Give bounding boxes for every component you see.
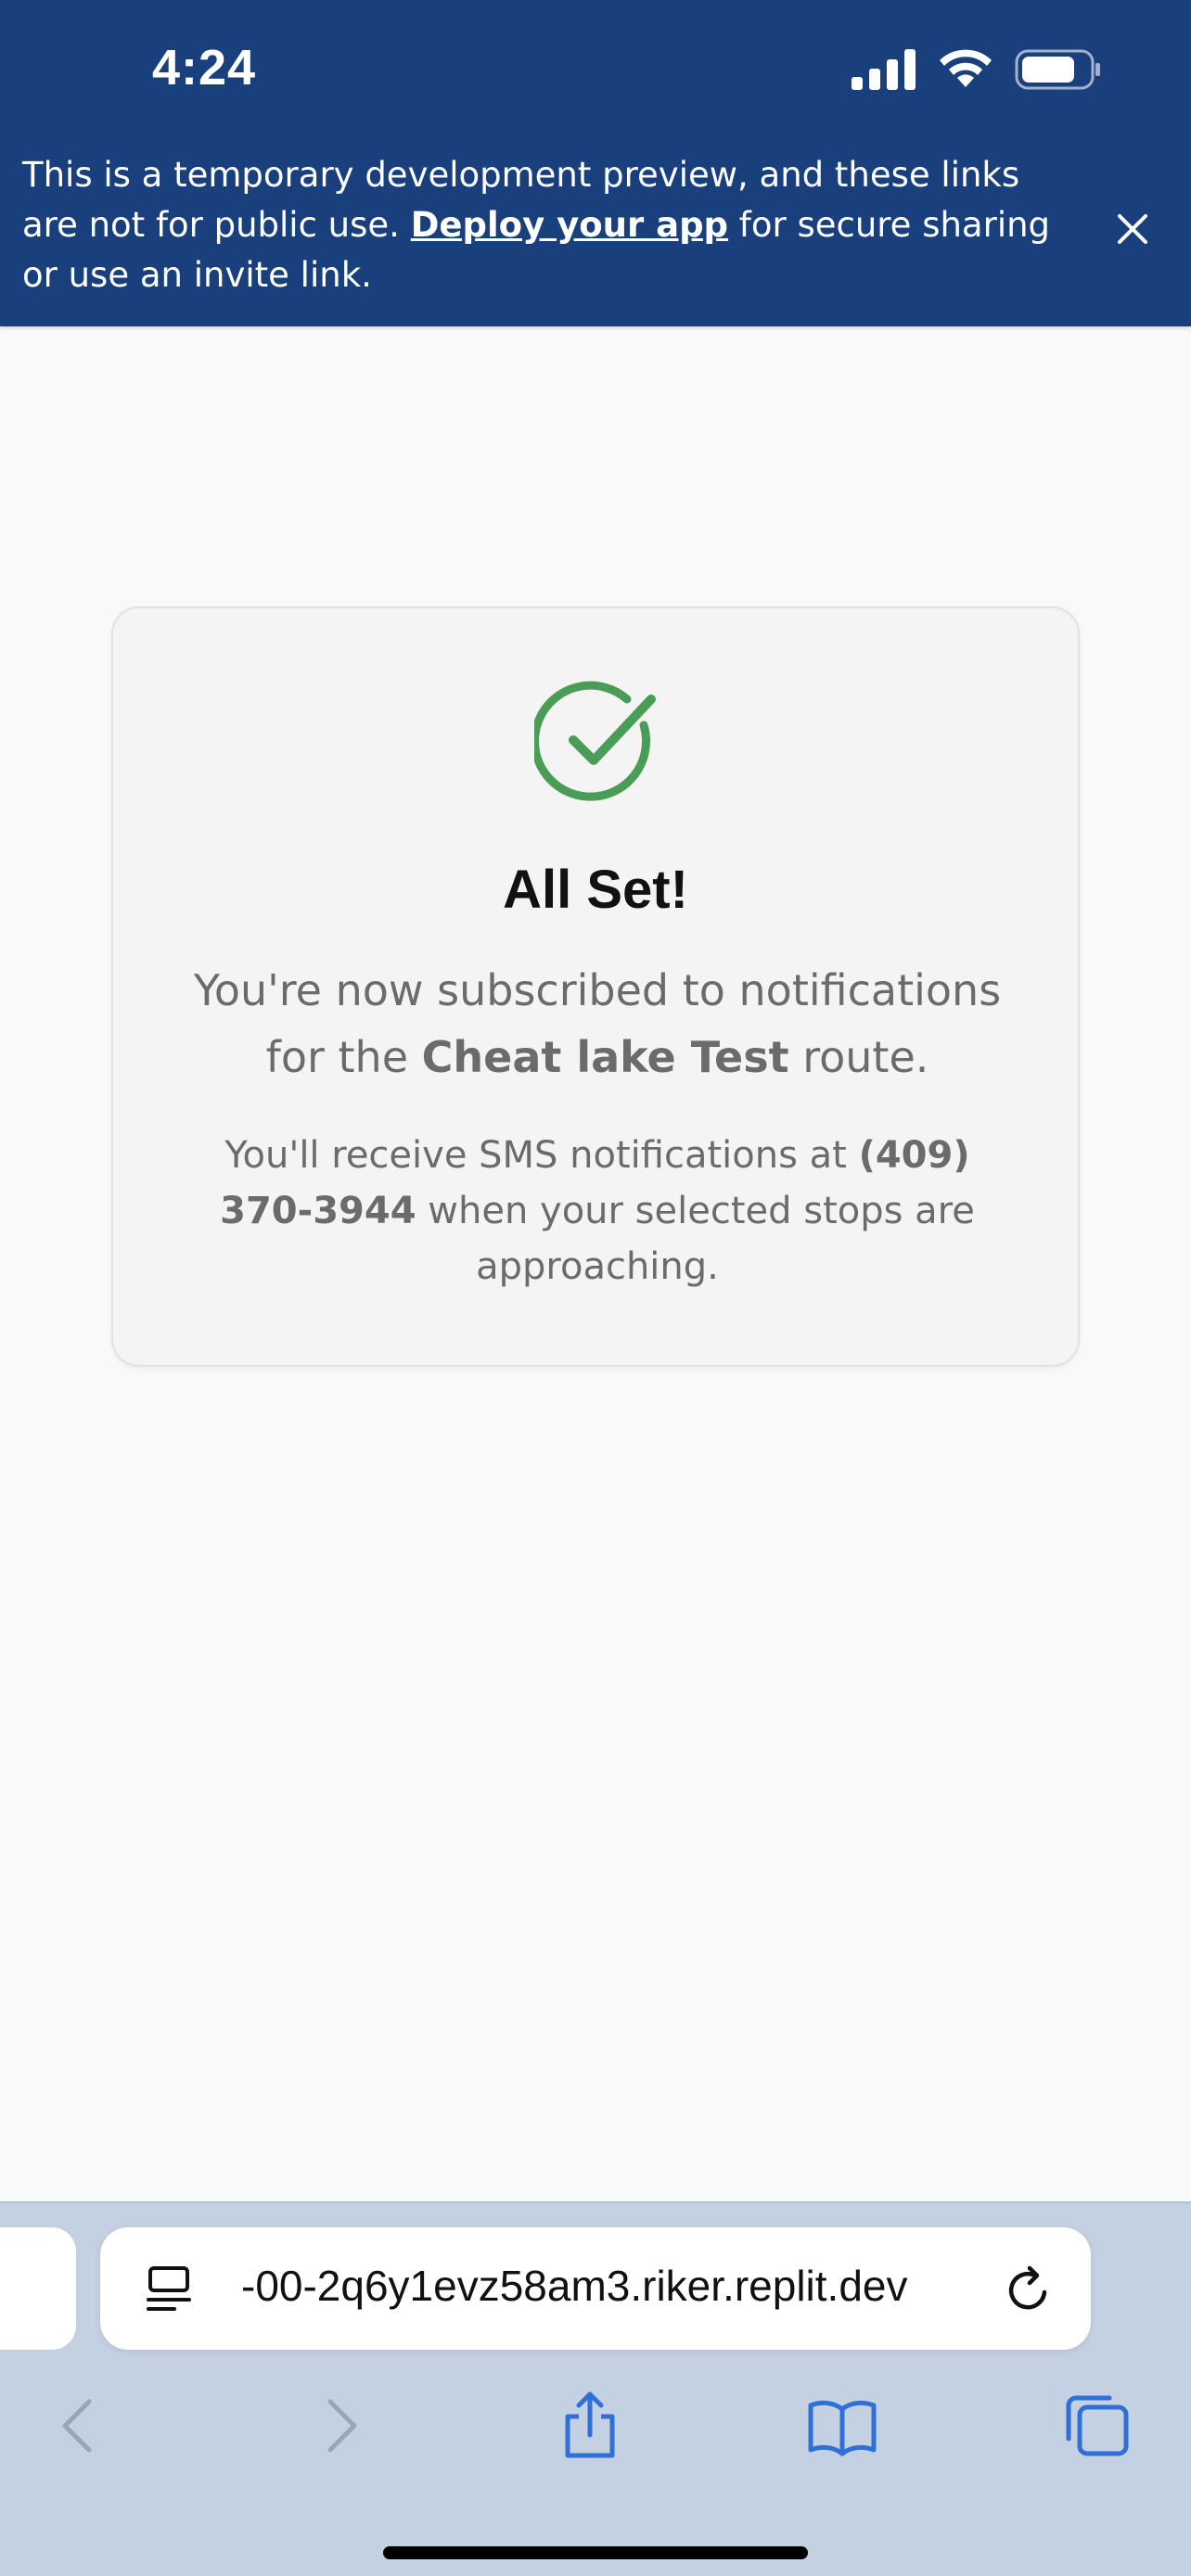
check-circle-icon: [534, 681, 656, 801]
tabs-icon[interactable]: [1059, 2389, 1133, 2463]
browser-toolbar: [0, 2389, 1191, 2481]
address-bar[interactable]: -00-2q6y1evz58am3.riker.replit.dev: [100, 2227, 1091, 2350]
confirmation-card: All Set! You're now subscribed to notifi…: [111, 606, 1080, 1367]
home-indicator: [383, 2546, 808, 2559]
card-title: All Set!: [503, 860, 688, 920]
browser-bottom-bar: -00-2q6y1evz58am3.riker.replit.dev: [0, 2201, 1191, 2576]
previous-tab[interactable]: [0, 2227, 76, 2350]
dev-preview-banner: 4:24 This is a temporary development pre…: [0, 0, 1191, 326]
status-time: 4:24: [152, 40, 257, 96]
share-icon[interactable]: [553, 2389, 627, 2463]
sms-suffix: when your selected stops are approaching…: [416, 1190, 975, 1288]
message-suffix: route.: [788, 1032, 929, 1082]
back-icon[interactable]: [43, 2389, 117, 2463]
subscription-message: You're now subscribed to notifications f…: [169, 957, 1026, 1090]
sms-prefix: You'll receive SMS notifications at: [224, 1134, 859, 1177]
forward-icon[interactable]: [302, 2389, 377, 2463]
status-icons: [852, 48, 1102, 91]
cellular-signal-icon: [852, 49, 916, 90]
route-name: Cheat lake Test: [421, 1032, 789, 1082]
bookmarks-icon[interactable]: [805, 2389, 879, 2463]
reload-icon[interactable]: [1004, 2264, 1054, 2315]
screen: 4:24 This is a temporary development pre…: [0, 0, 1191, 2576]
deploy-app-link[interactable]: Deploy your app: [411, 205, 728, 245]
url-text[interactable]: -00-2q6y1evz58am3.riker.replit.dev: [241, 2261, 983, 2311]
wifi-icon: [940, 49, 992, 87]
sms-message: You'll receive SMS notifications at (409…: [206, 1128, 989, 1294]
close-icon[interactable]: [1111, 208, 1154, 250]
banner-message: This is a temporary development preview,…: [22, 150, 1061, 300]
battery-icon: [1015, 49, 1100, 90]
page-menu-icon[interactable]: [145, 2264, 193, 2316]
